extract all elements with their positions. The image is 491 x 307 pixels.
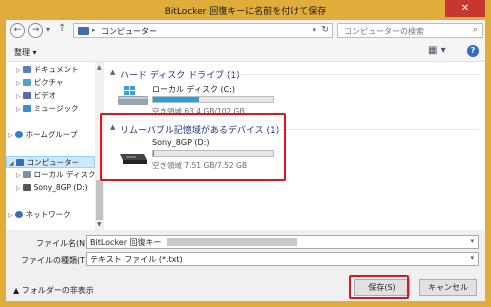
search-box[interactable]: コンピューターの検索 ⌕ [337, 23, 483, 38]
sidebar-item-network[interactable]: ▷ ネットワーク [6, 209, 95, 221]
filename-input[interactable]: BitLocker 回復キー ▾ [86, 235, 479, 249]
cancel-button[interactable]: キャンセル [419, 279, 477, 296]
sidebar-item-pictures[interactable]: ▷ ピクチャ [6, 77, 95, 89]
title-bar[interactable]: BitLocker 回復キーに名前を付けて保存 ✕ [0, 0, 491, 20]
organize-button[interactable]: 整理 ▾ [14, 47, 37, 58]
network-icon [14, 211, 23, 218]
save-options-panel: ファイル名(N): BitLocker 回復キー ▾ ファイルの種類(T): テ… [6, 230, 485, 301]
filename-dropdown-icon[interactable]: ▾ [470, 237, 474, 245]
hard-disk-icon [22, 171, 31, 178]
videos-icon [22, 92, 31, 99]
sidebar-item-local-disk[interactable]: ▷ローカル ディスク (C [6, 169, 95, 181]
expand-icon[interactable]: ▷ [8, 132, 13, 139]
usb-drive-icon [22, 184, 31, 191]
close-button[interactable]: ✕ [445, 0, 485, 17]
redacted-text [167, 238, 297, 246]
expand-icon[interactable]: ▷ [16, 93, 21, 100]
address-text[interactable]: コンピューター [101, 26, 157, 37]
filename-value: BitLocker 回復キー [90, 238, 162, 247]
group-title-hard-disks[interactable]: ハード ディスク ドライブ (1) [120, 68, 240, 81]
computer-icon [78, 27, 89, 35]
sidebar-item-homegroup[interactable]: ▷ ホームグループ [6, 129, 95, 141]
annotation-highlight-removable [100, 113, 286, 181]
capacity-bar [152, 96, 274, 103]
sidebar-item-documents[interactable]: ▷ ドキュメント [6, 64, 95, 76]
expand-icon[interactable]: ▷ [16, 67, 21, 74]
hide-folders-toggle[interactable]: ▲ フォルダーの非表示 [13, 285, 94, 296]
scrollbar-thumb[interactable] [96, 180, 103, 220]
navigation-bar: ← → ▾ ↑ ▸ コンピューター ▾ ↻ コンピューターの検索 ⌕ [6, 20, 485, 42]
group-divider [224, 74, 479, 75]
up-button[interactable]: ↑ [58, 23, 66, 34]
address-bar[interactable]: ▸ コンピューター ▾ ↻ [73, 23, 333, 38]
forward-button[interactable]: → [28, 23, 43, 38]
computer-icon [15, 159, 24, 166]
recent-locations-dropdown[interactable]: ▾ [46, 25, 50, 34]
help-icon[interactable]: ? [467, 45, 479, 57]
search-placeholder: コンピューターの検索 [344, 27, 424, 36]
navigation-pane: ▷ ドキュメント ▷ ピクチャ ▷ ビデオ ▷ ミュージック ▷ ホームグループ ◢ コンピ… [6, 62, 95, 230]
save-dialog-window: BitLocker 回復キーに名前を付けて保存 ✕ ← → ▾ ↑ ▸ コンピュ… [0, 0, 491, 307]
view-options-icon[interactable]: ▦ ▾ [428, 45, 446, 56]
music-icon [22, 105, 31, 112]
sidebar-item-videos[interactable]: ▷ ビデオ [6, 90, 95, 102]
back-button[interactable]: ← [10, 23, 25, 38]
filetype-select[interactable]: テキスト ファイル (*.txt) ▾ [86, 252, 479, 266]
address-separator-icon[interactable]: ▸ [92, 26, 96, 34]
filetype-value: テキスト ファイル (*.txt) [90, 255, 183, 264]
collapse-icon[interactable]: ◢ [9, 160, 14, 167]
sidebar-item-music[interactable]: ▷ ミュージック [6, 103, 95, 115]
refresh-icon[interactable]: ↻ [321, 25, 329, 35]
expand-icon[interactable]: ▷ [8, 212, 13, 219]
filetype-dropdown-icon[interactable]: ▾ [470, 254, 474, 262]
pictures-icon [22, 79, 31, 86]
address-dropdown-icon[interactable]: ▾ [312, 26, 316, 34]
scroll-down-icon[interactable]: ▼ [97, 221, 102, 228]
group-divider [268, 129, 479, 130]
homegroup-icon [14, 131, 23, 138]
command-toolbar: 整理 ▾ ▦ ▾ ? [6, 42, 485, 62]
capacity-fill [153, 97, 199, 102]
window-title: BitLocker 回復キーに名前を付けて保存 [164, 7, 327, 17]
hard-disk-icon [118, 86, 148, 105]
scroll-up-icon[interactable]: ▲ [97, 64, 102, 71]
search-icon[interactable]: ⌕ [473, 25, 478, 35]
filetype-label: ファイルの種類(T): [21, 256, 91, 265]
expand-icon[interactable]: ▷ [16, 80, 21, 87]
expand-icon[interactable]: ▷ [16, 172, 21, 179]
filename-label: ファイル名(N): [36, 239, 91, 248]
documents-icon [22, 66, 31, 73]
expand-icon[interactable]: ▷ [16, 106, 21, 113]
expand-icon[interactable]: ▷ [16, 185, 21, 192]
sidebar-item-computer[interactable]: ◢ コンピューター [6, 156, 95, 168]
sidebar-item-usb-drive[interactable]: ▷ Sony_8GP (D:) [6, 182, 95, 194]
drive-name: ローカル ディスク (C:) [152, 85, 236, 94]
annotation-highlight-save [349, 275, 409, 299]
group-collapse-icon[interactable]: ▲ [110, 68, 115, 76]
